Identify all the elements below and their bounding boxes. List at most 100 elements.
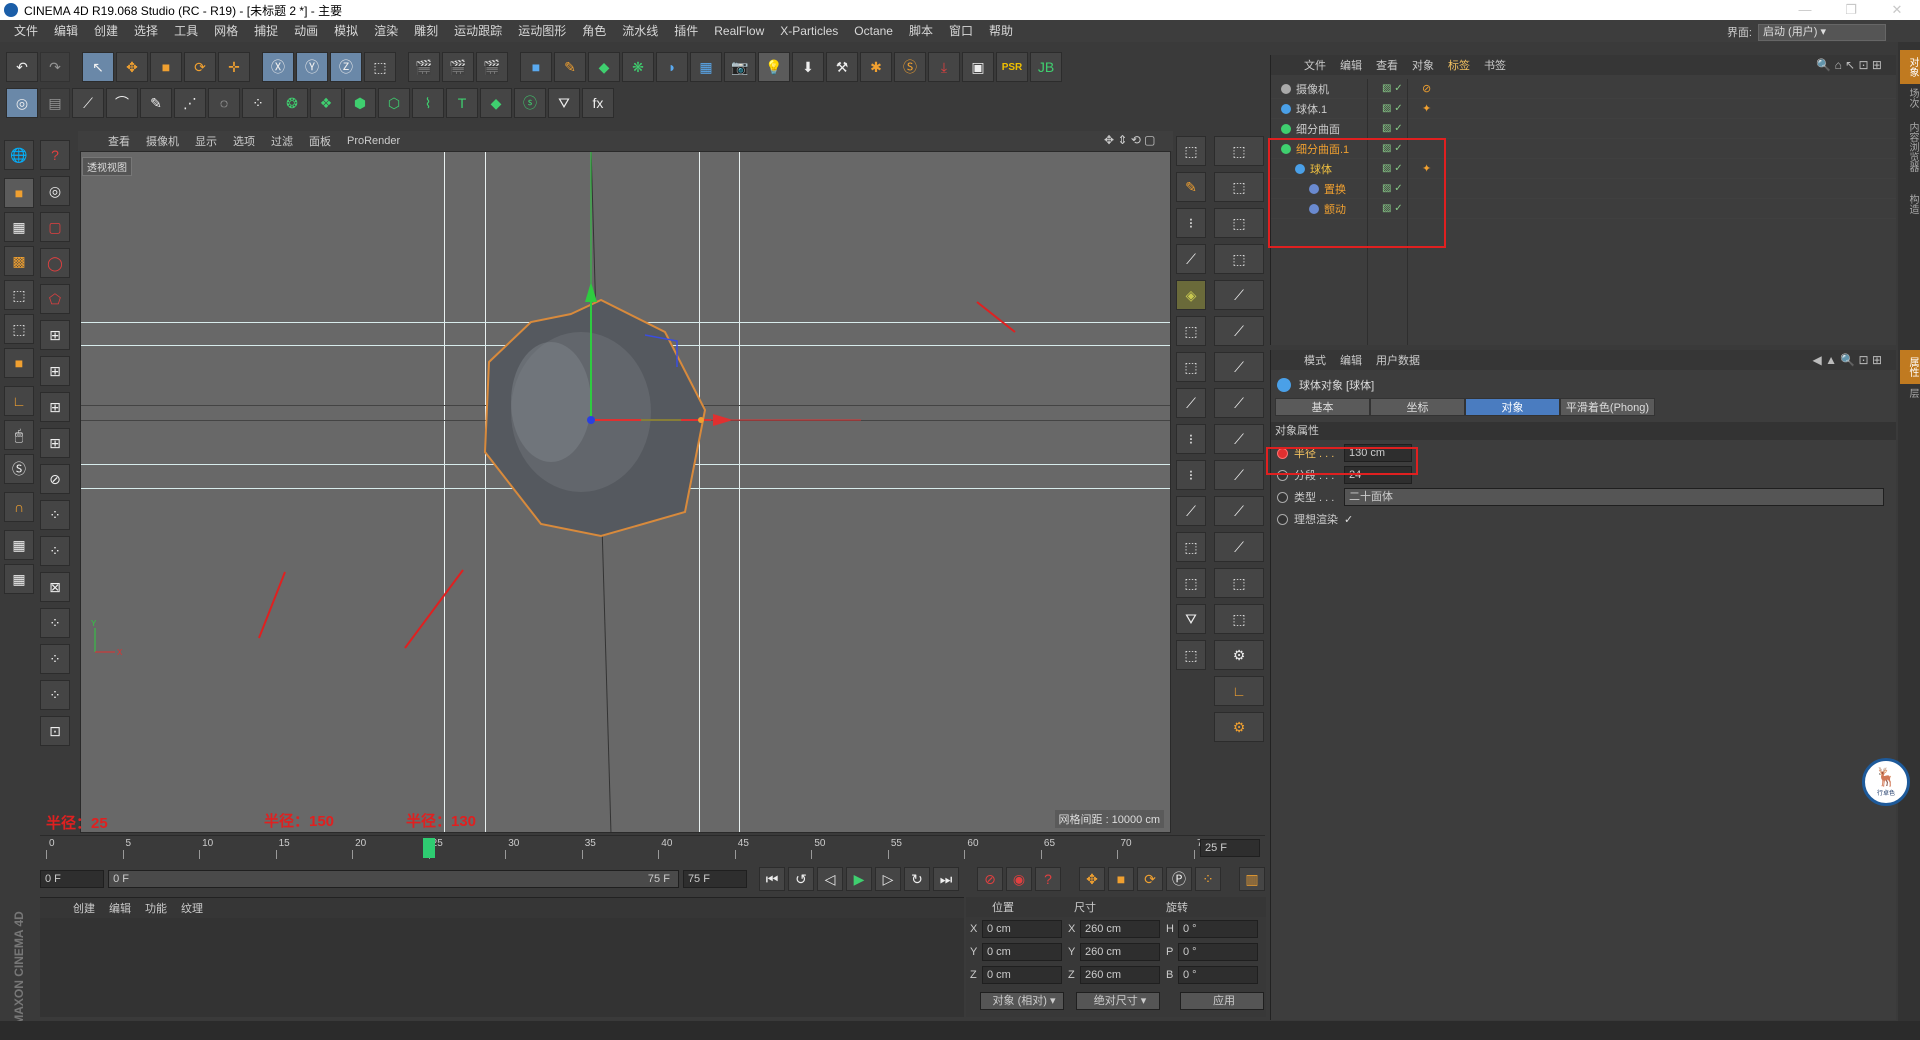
object-row[interactable]: 细分曲面 ▨ ✓ — [1271, 119, 1896, 139]
deformer-s-icon[interactable]: ⟋ — [1214, 352, 1264, 382]
side-tab-content-browser[interactable]: 内容浏览器 — [1900, 122, 1920, 192]
deformer-aa-icon[interactable]: ⚙ — [1214, 640, 1264, 670]
viewport-menu-0[interactable]: 查看 — [100, 133, 138, 149]
menu-item-4[interactable]: 工具 — [166, 20, 206, 42]
help-icon[interactable]: ? — [40, 140, 70, 170]
prev-frame-icon[interactable]: ◁ — [817, 867, 843, 891]
grid-tool-8-icon[interactable]: ⊠ — [40, 572, 70, 602]
autokey-icon[interactable]: ◉ — [1006, 867, 1032, 891]
deformer-n-icon[interactable]: ⬚ — [1214, 172, 1264, 202]
deformer-icon[interactable]: ◗ — [656, 52, 688, 82]
object-menu-5[interactable]: 书签 — [1477, 57, 1513, 73]
coord-rot-field[interactable]: 0 ° — [1178, 919, 1258, 938]
coord-mode-dropdown[interactable]: 对象 (相对) ▾ — [980, 992, 1064, 1010]
lathe-icon[interactable]: ⬢ — [344, 88, 376, 118]
key-parameter-icon[interactable]: Ⓟ — [1166, 867, 1192, 891]
scale-tool-icon[interactable]: ■ — [150, 52, 182, 82]
side-tab-objects[interactable]: 对象 — [1900, 50, 1920, 84]
deformer-z-icon[interactable]: ⬚ — [1214, 604, 1264, 634]
key-rotation-icon[interactable]: ⟳ — [1137, 867, 1163, 891]
render-view-icon[interactable]: 🎬 — [408, 52, 440, 82]
explode-icon[interactable]: ✱ — [860, 52, 892, 82]
y-axis-lock-icon[interactable]: Ⓨ — [296, 52, 328, 82]
polygons-mode-icon[interactable]: ■ — [4, 348, 34, 378]
deformer-g-icon[interactable]: ⁝ — [1176, 460, 1206, 490]
timeline-playhead[interactable] — [422, 838, 435, 858]
object-menu-0[interactable]: 文件 — [1297, 57, 1333, 73]
viewport-menu-1[interactable]: 摄像机 — [138, 133, 187, 149]
render-picture-viewer-icon[interactable]: 🎬 — [442, 52, 474, 82]
tag-icon[interactable]: ⊘ — [1422, 82, 1431, 95]
attribute-nav-icons[interactable]: ◀ ▲ 🔍 ⊡ ⊞ — [1813, 353, 1883, 367]
brush-select-icon[interactable]: ✎ — [140, 88, 172, 118]
cloner-icon[interactable]: ❋ — [622, 52, 654, 82]
animate-radio[interactable] — [1277, 513, 1288, 525]
displacer-icon[interactable]: ◈ — [1176, 280, 1206, 310]
light-icon[interactable]: 💡 — [758, 52, 790, 82]
animate-radio[interactable] — [1277, 491, 1288, 503]
menu-item-9[interactable]: 渲染 — [366, 20, 406, 42]
coord-size-field[interactable]: 260 cm — [1080, 919, 1160, 938]
redo-icon[interactable]: ↷ — [40, 52, 70, 82]
nurbs-icon[interactable]: ❂ — [276, 88, 308, 118]
live-selection-icon[interactable]: ◎ — [40, 176, 70, 206]
floor-icon[interactable]: ▦ — [690, 52, 722, 82]
menu-item-2[interactable]: 创建 — [86, 20, 126, 42]
coord-pos-field[interactable]: 0 cm — [982, 919, 1062, 938]
bend-deformer-icon[interactable]: ⬚ — [1176, 136, 1206, 166]
menu-item-14[interactable]: 流水线 — [614, 20, 666, 42]
subdivision-surface-icon[interactable]: ◆ — [588, 52, 620, 82]
coord-size-field[interactable]: 260 cm — [1080, 942, 1160, 961]
edges-mode-icon[interactable]: ⬚ — [4, 314, 34, 344]
recent-tool-icon[interactable]: ✛ — [218, 52, 250, 82]
deformer-y-icon[interactable]: ⬚ — [1214, 568, 1264, 598]
s-plugin-icon[interactable]: Ⓢ — [894, 52, 926, 82]
deformer-b-icon[interactable]: ⟋ — [1176, 244, 1206, 274]
text-spline-icon[interactable]: T — [446, 88, 478, 118]
material-manager[interactable]: 创建 编辑 功能 纹理 — [40, 897, 964, 1017]
menu-item-8[interactable]: 模拟 — [326, 20, 366, 42]
visibility-toggle-icon[interactable]: ▨ ✓ — [1382, 123, 1422, 134]
object-menu-1[interactable]: 编辑 — [1333, 57, 1369, 73]
grid-tool-5-icon[interactable]: ⊘ — [40, 464, 70, 494]
lasso-selection-icon[interactable]: ◯ — [40, 248, 70, 278]
grid-tool-9-icon[interactable]: ⁘ — [40, 608, 70, 638]
spline-grid-icon[interactable]: ⁘ — [242, 88, 274, 118]
tab-1[interactable]: 坐标 — [1370, 398, 1465, 416]
rectangle-selection-icon[interactable]: ▢ — [40, 212, 70, 242]
x-axis-lock-icon[interactable]: Ⓧ — [262, 52, 294, 82]
deformer-w-icon[interactable]: ⟋ — [1214, 496, 1264, 526]
apply-button[interactable]: 应用 — [1180, 992, 1264, 1010]
extrude-icon[interactable]: ❖ — [310, 88, 342, 118]
grid-tool-6-icon[interactable]: ⁘ — [40, 500, 70, 530]
render-queue-icon[interactable]: ▣ — [962, 52, 994, 82]
effector-icon[interactable]: fx — [582, 88, 614, 118]
object-manager-nav-icons[interactable]: 🔍 ⌂ ↖ ⊡ ⊞ — [1816, 58, 1882, 72]
record-active-icon[interactable]: ⊘ — [977, 867, 1003, 891]
workplane-icon[interactable]: ▩ — [4, 246, 34, 276]
deformer-h-icon[interactable]: ⟋ — [1176, 496, 1206, 526]
key-scale-icon[interactable]: ■ — [1108, 867, 1134, 891]
coord-size-field[interactable]: 260 cm — [1080, 965, 1160, 984]
polygon-pen-icon[interactable]: ⌒ — [106, 88, 138, 118]
viewport-menu-2[interactable]: 显示 — [187, 133, 225, 149]
model-mode-left-icon[interactable]: ■ — [4, 178, 34, 208]
menu-item-17[interactable]: X-Particles — [772, 20, 846, 42]
coord-pos-field[interactable]: 0 cm — [982, 965, 1062, 984]
fracture-icon[interactable]: ⚒ — [826, 52, 858, 82]
deformer-r-icon[interactable]: ⟋ — [1214, 316, 1264, 346]
z-axis-handle[interactable] — [587, 416, 595, 424]
viewport-menu-4[interactable]: 过滤 — [263, 133, 301, 149]
tag-icon[interactable]: ✦ — [1422, 102, 1431, 115]
deformer-t-icon[interactable]: ⟋ — [1214, 388, 1264, 418]
current-frame-field[interactable]: 0 F — [40, 870, 105, 888]
deformer-c-icon[interactable]: ⬚ — [1176, 316, 1206, 346]
tab-0[interactable]: 基本 — [1275, 398, 1370, 416]
menu-item-6[interactable]: 捕捉 — [246, 20, 286, 42]
deformer-e-icon[interactable]: ⟋ — [1176, 388, 1206, 418]
deformer-x-icon[interactable]: ⟋ — [1214, 532, 1264, 562]
deformer-j-icon[interactable]: ⬚ — [1176, 568, 1206, 598]
material-menu-0[interactable]: 创建 — [66, 900, 102, 916]
z-axis-lock-icon[interactable]: Ⓩ — [330, 52, 362, 82]
timeline-window-icon[interactable]: ▥ — [1239, 867, 1265, 891]
